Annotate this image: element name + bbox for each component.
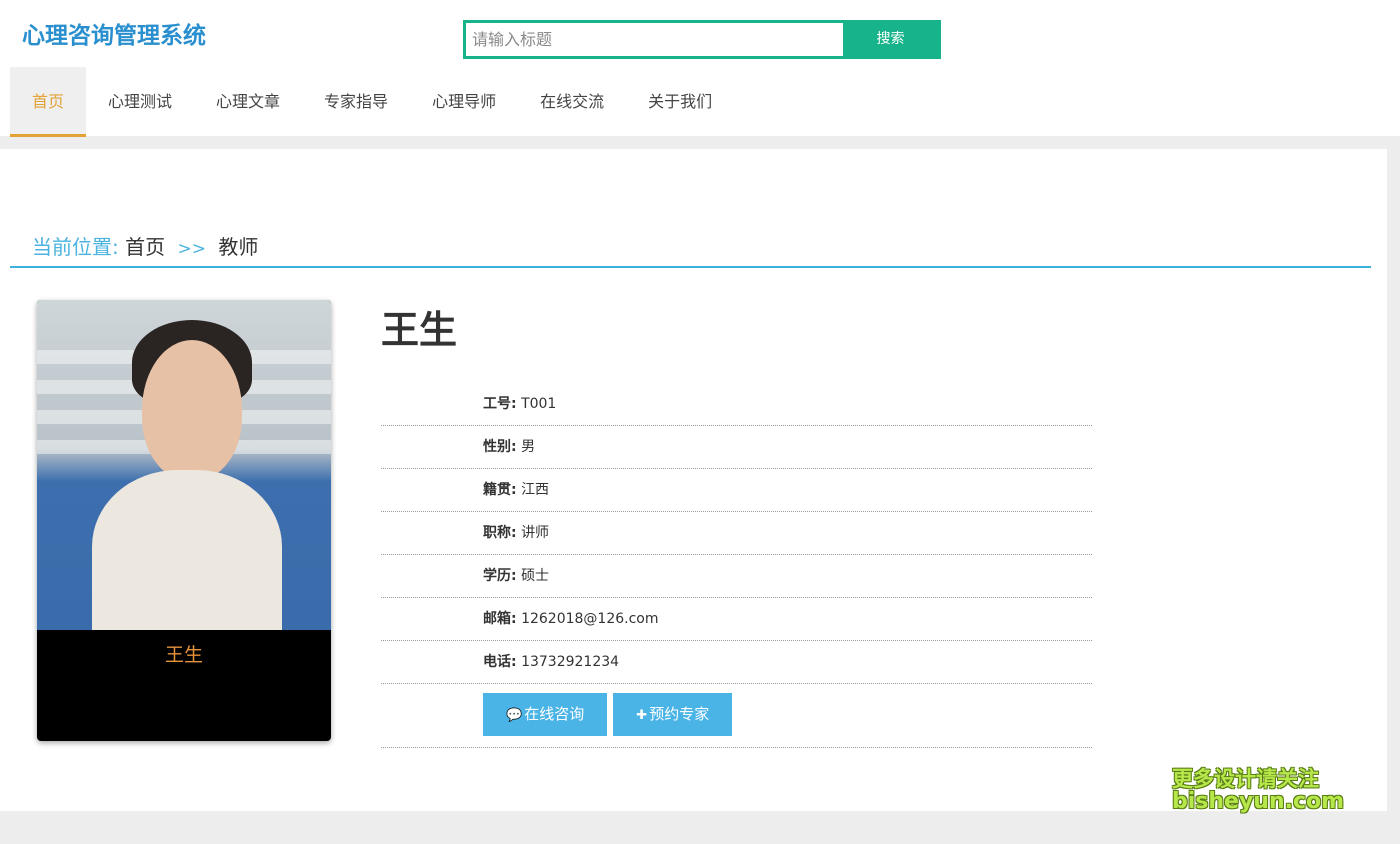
teacher-card: 王生 (37, 300, 331, 741)
breadcrumb-label: 当前位置: (32, 235, 119, 259)
nav-item-articles[interactable]: 心理文章 (194, 67, 302, 137)
nav-item-mentors[interactable]: 心理导师 (410, 67, 518, 137)
teacher-photo (37, 300, 331, 630)
breadcrumb-separator: >> (177, 239, 206, 259)
main-nav: 首页 心理测试 心理文章 专家指导 心理导师 在线交流 关于我们 (10, 67, 734, 137)
info-key: 电话: (483, 654, 517, 670)
info-row-education: 学历: 硕士 (381, 555, 1092, 598)
nav-item-tests[interactable]: 心理测试 (86, 67, 194, 137)
breadcrumb-divider (10, 266, 1371, 268)
info-value: 硕士 (521, 568, 550, 584)
site-watermark: 更多设计请关注 bisheyun.com (1172, 768, 1344, 813)
chat-bubble-icon: 💬 (506, 708, 523, 723)
breadcrumb: 当前位置: 首页 >> 教师 (32, 231, 258, 260)
online-consult-label: 在线咨询 (524, 705, 585, 723)
nav-item-about[interactable]: 关于我们 (626, 67, 734, 137)
info-row-gender: 性别: 男 (381, 426, 1092, 469)
info-key: 性别: (483, 439, 517, 455)
nav-item-online-chat[interactable]: 在线交流 (518, 67, 626, 137)
info-row-title: 职称: 讲师 (381, 512, 1092, 555)
info-value: 讲师 (521, 525, 550, 541)
breadcrumb-current: 教师 (218, 235, 259, 259)
watermark-line1: 更多设计请关注 (1172, 767, 1319, 791)
search-button[interactable]: 搜索 (843, 20, 938, 59)
reserve-expert-label: 预约专家 (649, 705, 710, 723)
plus-icon: ✚ (636, 708, 648, 723)
info-value: 13732921234 (521, 654, 620, 670)
action-row: 💬 在线咨询 ✚ 预约专家 (381, 684, 1092, 748)
header: 心理咨询管理系统 搜索 首页 心理测试 心理文章 专家指导 心理导师 在线交流 … (0, 0, 1400, 137)
info-row-hometown: 籍贯: 江西 (381, 469, 1092, 512)
info-key: 邮箱: (483, 611, 517, 627)
reserve-expert-button[interactable]: ✚ 预约专家 (613, 693, 733, 736)
breadcrumb-home[interactable]: 首页 (125, 235, 165, 259)
info-row-id: 工号: T001 (381, 383, 1092, 426)
info-row-email: 邮箱: 1262018@126.com (381, 598, 1092, 641)
info-value: 男 (521, 439, 536, 455)
info-key: 工号: (483, 396, 517, 412)
card-teacher-name: 王生 (164, 644, 203, 666)
watermark-line2: bisheyun.com (1172, 789, 1345, 815)
info-key: 籍贯: (483, 482, 517, 498)
info-row-phone: 电话: 13732921234 (381, 641, 1092, 684)
search-box: 搜索 (463, 20, 941, 59)
info-value: T001 (521, 396, 557, 412)
search-input[interactable] (466, 23, 846, 56)
teacher-info: 工号: T001 性别: 男 籍贯: 江西 职称: 讲师 学历: 硕士 邮箱: … (381, 383, 1092, 748)
site-logo[interactable]: 心理咨询管理系统 (22, 16, 206, 50)
info-key: 学历: (483, 568, 517, 584)
info-key: 职称: (483, 525, 517, 541)
teacher-name: 王生 (381, 308, 458, 352)
content-panel: 当前位置: 首页 >> 教师 王生 王生 工号: T001 性别: 男 籍贯: … (0, 149, 1387, 811)
info-value: 1262018@126.com (521, 611, 659, 627)
nav-item-expert-guidance[interactable]: 专家指导 (302, 67, 410, 137)
info-value: 江西 (521, 482, 550, 498)
nav-item-home[interactable]: 首页 (10, 67, 87, 137)
online-consult-button[interactable]: 💬 在线咨询 (483, 693, 608, 736)
